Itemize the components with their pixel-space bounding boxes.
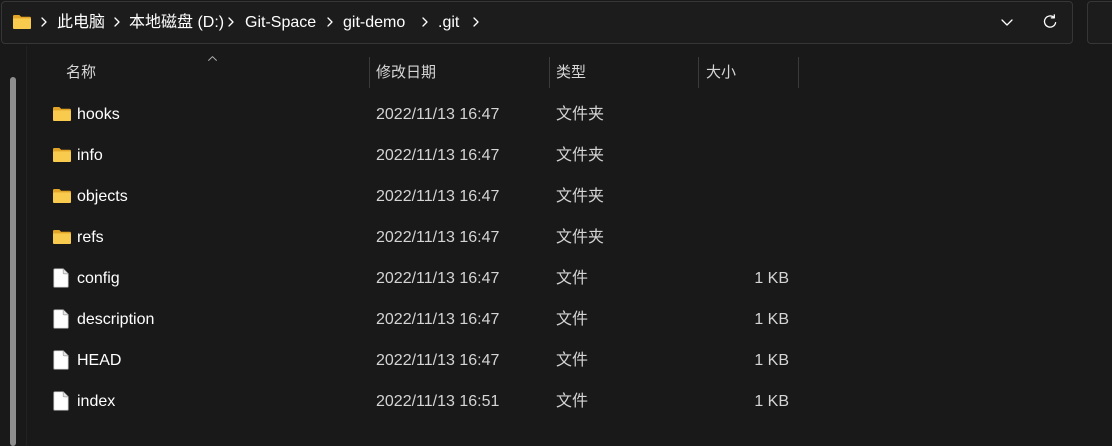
column-header-label: 名称 [66,64,97,81]
file-size [699,94,789,135]
breadcrumb-local-disk[interactable]: 本地磁盘 (D:) [129,2,224,43]
file-size [699,176,789,217]
file-type: 文件 [556,311,589,328]
search-input[interactable] [1087,1,1112,44]
file-name: hooks [77,106,120,123]
file-name: info [77,147,103,164]
navigation-pane-scrollbar[interactable] [10,77,16,446]
file-modified: 2022/11/13 16:51 [376,393,500,410]
file-row[interactable]: objects 2022/11/13 16:47 文件夹 [42,176,802,217]
chevron-right-icon[interactable] [422,17,428,27]
file-name: config [77,270,120,287]
chevron-right-icon[interactable] [473,17,479,27]
file-type: 文件 [556,270,589,287]
column-header-label: 修改日期 [376,64,437,81]
file-icon [53,268,69,288]
file-name: HEAD [77,352,122,369]
file-modified: 2022/11/13 16:47 [376,106,500,123]
file-modified: 2022/11/13 16:47 [376,352,500,369]
column-header-label: 大小 [706,64,737,81]
refresh-button[interactable] [1036,8,1064,36]
chevron-right-icon[interactable] [114,17,120,27]
file-type: 文件夹 [556,147,605,164]
folder-icon [52,147,72,163]
folder-icon [12,14,32,30]
file-name: description [77,311,155,328]
file-type: 文件夹 [556,106,605,123]
file-list: hooks 2022/11/13 16:47 文件夹 info 2022/11/13 1… [42,94,802,422]
chevron-right-icon[interactable] [41,17,47,27]
column-header-modified[interactable]: 修改日期 [370,57,549,88]
file-row[interactable]: HEAD 2022/11/13 16:47 文件 1 KB [42,340,802,381]
file-type: 文件夹 [556,188,605,205]
folder-icon [52,229,72,245]
chevron-down-icon [1001,18,1013,26]
file-row[interactable]: description 2022/11/13 16:47 文件 1 KB [42,299,802,340]
file-row[interactable]: refs 2022/11/13 16:47 文件夹 [42,217,802,258]
breadcrumb-git-space[interactable]: Git-Space [245,2,316,43]
column-header-name[interactable]: 名称 [46,57,369,88]
file-size: 1 KB [754,270,789,287]
column-header-size[interactable]: 大小 [699,57,798,88]
file-name: index [77,393,116,410]
history-dropdown-button[interactable] [993,8,1021,36]
column-header-label: 类型 [556,64,587,81]
column-resize-handle[interactable] [798,57,799,88]
chevron-right-icon[interactable] [327,17,333,27]
file-type: 文件 [556,352,589,369]
file-modified: 2022/11/13 16:47 [376,188,500,205]
breadcrumb-git-demo[interactable]: git-demo [343,2,405,43]
file-modified: 2022/11/13 16:47 [376,229,500,246]
column-header-type[interactable]: 类型 [550,57,698,88]
file-icon [53,309,69,329]
folder-icon [52,188,72,204]
file-icon [53,391,69,411]
file-name: refs [77,229,104,246]
file-modified: 2022/11/13 16:47 [376,311,500,328]
file-name: objects [77,188,128,205]
file-type: 文件 [556,393,589,410]
breadcrumb-git[interactable]: .git [438,2,459,43]
folder-icon [52,106,72,122]
file-type: 文件夹 [556,229,605,246]
chevron-up-icon [208,56,217,61]
file-size: 1 KB [754,393,789,410]
navigation-pane [0,46,27,446]
file-size: 1 KB [754,352,789,369]
breadcrumb-this-pc[interactable]: 此电脑 [57,2,105,43]
file-modified: 2022/11/13 16:47 [376,147,500,164]
refresh-icon [1042,14,1058,30]
file-row[interactable]: index 2022/11/13 16:51 文件 1 KB [42,381,802,422]
file-row[interactable]: info 2022/11/13 16:47 文件夹 [42,135,802,176]
file-modified: 2022/11/13 16:47 [376,270,500,287]
file-size [699,217,789,258]
address-bar[interactable]: 此电脑 本地磁盘 (D:) Git-Space git-demo .git [1,1,1073,44]
chevron-right-icon[interactable] [228,17,234,27]
file-icon [53,350,69,370]
file-size [699,135,789,176]
file-row[interactable]: hooks 2022/11/13 16:47 文件夹 [42,94,802,135]
file-row[interactable]: config 2022/11/13 16:47 文件 1 KB [42,258,802,299]
file-size: 1 KB [754,311,789,328]
